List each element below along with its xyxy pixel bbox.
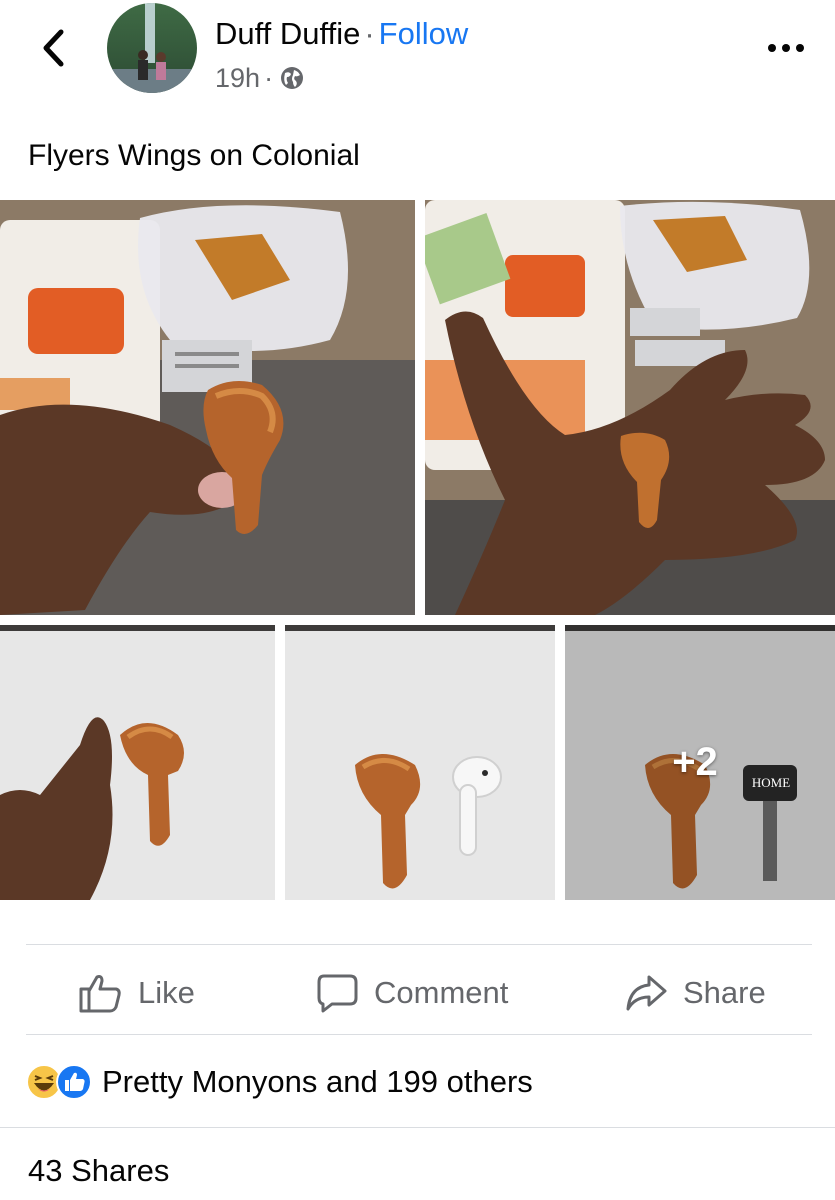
comment-label: Comment: [374, 975, 509, 1010]
divider-bottom: [0, 1127, 835, 1128]
avatar[interactable]: [107, 3, 197, 93]
post-text: Flyers Wings on Colonial: [28, 139, 360, 172]
share-button[interactable]: Share: [625, 963, 766, 1023]
comment-icon: [317, 974, 358, 1013]
comment-button[interactable]: Comment: [316, 963, 508, 1023]
like-reaction-icon: [56, 1064, 92, 1100]
like-button[interactable]: Like: [78, 963, 195, 1023]
back-button[interactable]: [36, 28, 72, 68]
post-photo-2[interactable]: [425, 200, 835, 615]
like-label: Like: [138, 975, 195, 1010]
key-label: HOME: [751, 775, 791, 790]
more-options-button[interactable]: [766, 38, 806, 58]
post-time[interactable]: 19h: [215, 60, 260, 96]
author-row: Duff Duffie · Follow: [215, 14, 468, 54]
share-label: Share: [683, 975, 766, 1010]
follow-button[interactable]: Follow: [379, 16, 469, 51]
shares-count[interactable]: 43 Shares: [28, 1153, 169, 1189]
author-name[interactable]: Duff Duffie: [215, 16, 360, 51]
name-separator: ·: [364, 16, 375, 51]
post-photo-3[interactable]: [0, 625, 275, 900]
thumbs-up-icon: [79, 975, 121, 1013]
share-arrow-icon: [626, 975, 667, 1011]
chevron-left-icon: [43, 29, 64, 67]
globe-icon: [281, 67, 304, 89]
meta-separator: ·: [264, 63, 274, 93]
reactions-summary[interactable]: Pretty Monyons and 199 others: [26, 1058, 533, 1106]
more-photos-count: +2: [672, 740, 718, 784]
post-meta: 19h ·: [215, 60, 305, 96]
post-photo-4[interactable]: [285, 625, 555, 900]
reactions-summary-text: Pretty Monyons and 199 others: [102, 1064, 533, 1099]
post-photo-5-more[interactable]: +2 HOME: [565, 625, 835, 900]
more-horizontal-icon: [768, 44, 804, 52]
divider-top: [26, 944, 812, 945]
post-photo-1[interactable]: [0, 200, 415, 615]
divider-middle: [26, 1034, 812, 1035]
more-photos-overlay: +2: [565, 625, 835, 900]
